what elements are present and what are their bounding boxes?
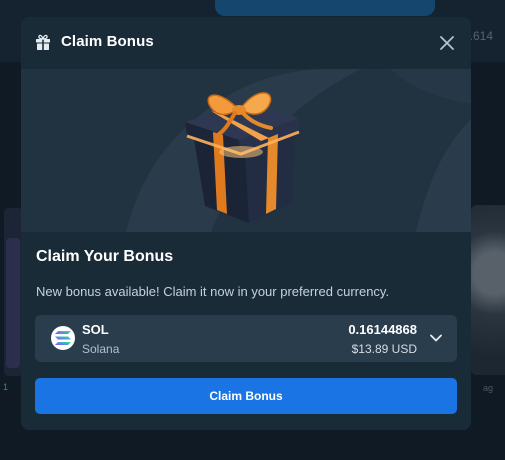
claim-bonus-button[interactable]: Claim Bonus bbox=[35, 378, 457, 414]
chevron-down-icon bbox=[430, 334, 442, 342]
background-game-card-left bbox=[4, 208, 22, 376]
bonus-usd-value: $13.89 USD bbox=[351, 342, 417, 356]
bonus-hero-banner bbox=[21, 69, 471, 232]
modal-title: Claim Bonus bbox=[61, 33, 154, 50]
background-game-card-right bbox=[471, 205, 505, 375]
solana-icon bbox=[51, 326, 75, 350]
background-card-text: ag bbox=[482, 383, 493, 393]
currency-code: SOL bbox=[82, 322, 109, 337]
bonus-amount: 0.16144868 bbox=[348, 322, 417, 337]
gift-icon bbox=[36, 34, 50, 50]
claim-bonus-modal: Claim Bonus Claim Your Bonus New bonus a… bbox=[21, 17, 471, 430]
gift-box-illustration bbox=[185, 92, 300, 223]
section-title: Claim Your Bonus bbox=[36, 248, 174, 265]
background-banner bbox=[215, 0, 435, 16]
background-status-text: 1 bbox=[3, 382, 9, 392]
currency-name: Solana bbox=[82, 342, 120, 356]
modal-header: Claim Bonus bbox=[21, 17, 471, 69]
background-value: .614 bbox=[469, 29, 493, 43]
close-icon[interactable] bbox=[437, 33, 457, 53]
bonus-description: New bonus available! Claim it now in you… bbox=[36, 284, 390, 299]
currency-select[interactable]: SOL Solana 0.16144868 $13.89 USD bbox=[35, 315, 457, 362]
